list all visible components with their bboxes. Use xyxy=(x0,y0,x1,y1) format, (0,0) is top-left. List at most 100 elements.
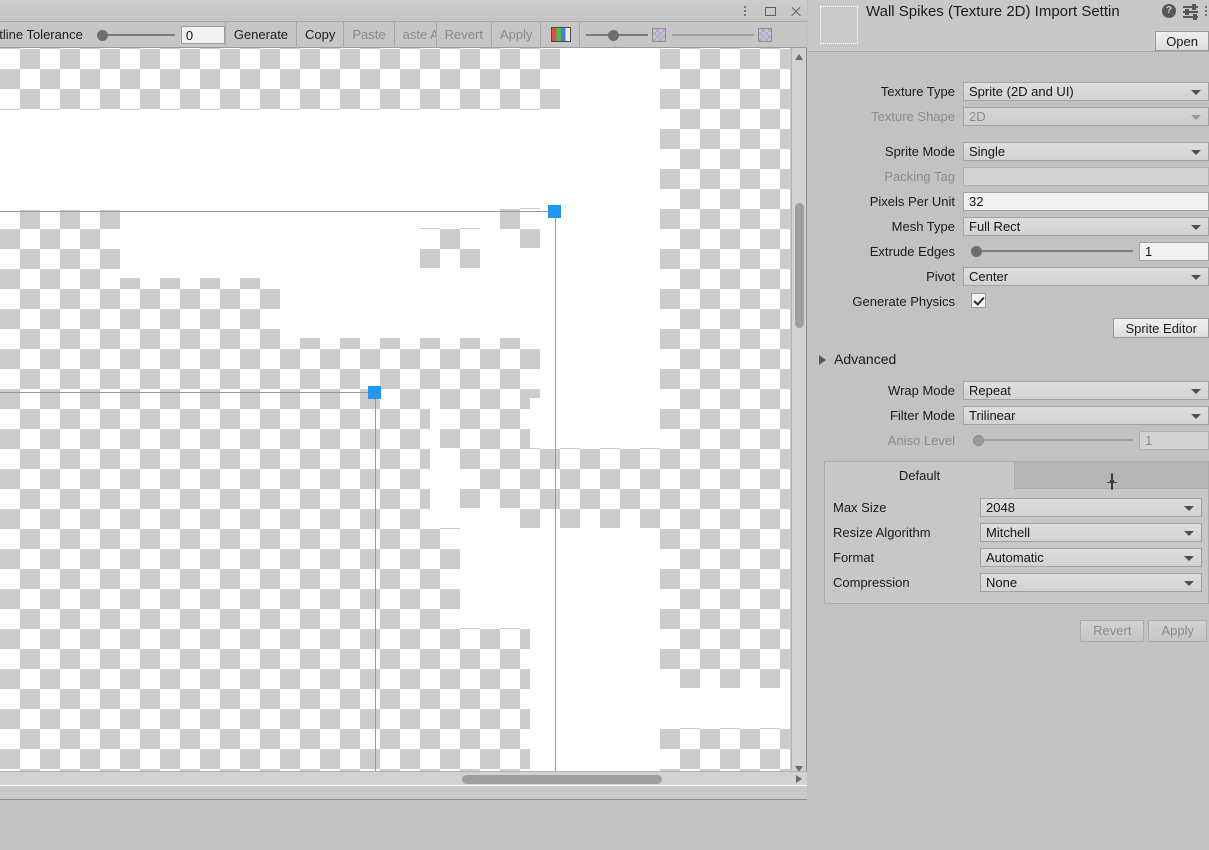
row-generate-physics: Generate Physics xyxy=(808,289,1209,314)
generate-physics-checkbox[interactable] xyxy=(971,293,986,308)
copy-button[interactable]: Copy xyxy=(297,22,344,48)
rgb-channels-icon[interactable] xyxy=(551,27,571,42)
resize-algorithm-dropdown[interactable]: Mitchell xyxy=(980,523,1202,542)
sprite-canvas[interactable] xyxy=(0,48,790,778)
zoom-checker-icon[interactable] xyxy=(758,28,772,42)
monitor-icon xyxy=(1103,468,1121,483)
sprite-edge-checker xyxy=(440,388,530,448)
alpha-slider[interactable] xyxy=(586,22,648,48)
row-texture-shape: Texture Shape 2D xyxy=(808,104,1209,129)
alpha-checker-icon[interactable] xyxy=(652,28,666,42)
tab-default[interactable]: Default xyxy=(825,462,1015,489)
row-wrap-mode: Wrap Mode Repeat xyxy=(808,378,1209,403)
texture-type-value: Sprite (2D and UI) xyxy=(969,84,1074,99)
chevron-down-icon xyxy=(1191,115,1201,120)
inspector-header-icons: ? xyxy=(1162,4,1207,18)
max-size-dropdown[interactable]: 2048 xyxy=(980,498,1202,517)
apply-button[interactable]: Apply xyxy=(1148,620,1207,642)
close-icon[interactable] xyxy=(787,3,803,19)
sprite-edge-checker xyxy=(0,270,60,320)
row-mesh-type: Mesh Type Full Rect xyxy=(808,214,1209,239)
pivot-dropdown[interactable]: Center xyxy=(963,267,1209,286)
sprite-mode-label: Sprite Mode xyxy=(808,139,955,164)
resize-algorithm-value: Mitchell xyxy=(986,525,1030,540)
revert-button[interactable]: Revert xyxy=(437,22,492,48)
aniso-level-label: Aniso Level xyxy=(808,428,955,453)
sprite-guide-line-horizontal xyxy=(0,211,556,212)
unity-editor-screen: utline Tolerance 0 Generate Copy Paste a… xyxy=(0,0,1209,850)
vertical-scrollbar[interactable] xyxy=(791,48,806,778)
apply-button[interactable]: Apply xyxy=(492,22,542,48)
packing-tag-input[interactable] xyxy=(963,167,1209,186)
chevron-right-icon xyxy=(819,355,826,365)
chevron-down-icon xyxy=(1191,414,1201,419)
row-extrude-edges: Extrude Edges 1 xyxy=(808,239,1209,264)
chevron-down-icon xyxy=(1184,556,1194,561)
filter-mode-dropdown[interactable]: Trilinear xyxy=(963,406,1209,425)
sprite-white-region xyxy=(520,528,660,778)
outline-tolerance-slider[interactable] xyxy=(97,22,175,48)
texture-shape-label: Texture Shape xyxy=(808,104,955,129)
pivot-value: Center xyxy=(969,269,1008,284)
resize-algorithm-label: Resize Algorithm xyxy=(825,520,970,545)
extrude-edges-slider[interactable]: 1 xyxy=(963,242,1209,261)
sprite-rect-handle[interactable] xyxy=(368,386,381,399)
horizontal-scrollbar[interactable] xyxy=(0,771,807,785)
sprite-white-region xyxy=(120,210,200,278)
help-icon[interactable]: ? xyxy=(1162,4,1176,18)
sprite-white-region xyxy=(0,110,660,210)
sprite-rect-handle[interactable] xyxy=(548,205,561,218)
sprite-white-region xyxy=(560,48,660,110)
row-pivot: Pivot Center xyxy=(808,264,1209,289)
sprite-mode-dropdown[interactable]: Single xyxy=(963,142,1209,161)
alpha-zoom-group xyxy=(579,22,772,48)
inspector-title: Wall Spikes (Texture 2D) Import Settin xyxy=(866,3,1161,20)
row-sprite-mode: Sprite Mode Single xyxy=(808,139,1209,164)
generate-physics-label: Generate Physics xyxy=(808,289,955,314)
texture-shape-value: 2D xyxy=(969,109,986,124)
kebab-menu-icon[interactable] xyxy=(1205,6,1207,16)
aniso-level-slider[interactable]: 1 xyxy=(963,431,1209,450)
chevron-down-icon xyxy=(1184,581,1194,586)
compression-dropdown[interactable]: None xyxy=(980,573,1202,592)
max-size-value: 2048 xyxy=(986,500,1015,515)
filter-mode-value: Trilinear xyxy=(969,408,1015,423)
chevron-down-icon xyxy=(1184,506,1194,511)
pixels-per-unit-input[interactable]: 32 xyxy=(963,192,1209,211)
texture-shape-dropdown[interactable]: 2D xyxy=(963,107,1209,126)
row-resize-algorithm: Resize Algorithm Mitchell xyxy=(825,520,1208,545)
paste-button[interactable]: Paste xyxy=(344,22,394,48)
paste-all-button[interactable]: aste A xyxy=(395,22,437,48)
preset-settings-icon[interactable] xyxy=(1183,4,1198,18)
extrude-edges-label: Extrude Edges xyxy=(808,239,955,264)
tab-standalone[interactable] xyxy=(1015,462,1208,489)
kebab-menu-icon[interactable] xyxy=(737,3,753,19)
extrude-edges-value[interactable]: 1 xyxy=(1139,242,1209,261)
wrap-mode-value: Repeat xyxy=(969,383,1011,398)
format-dropdown[interactable]: Automatic xyxy=(980,548,1202,567)
generate-button[interactable]: Generate xyxy=(225,22,297,48)
texture-type-label: Texture Type xyxy=(808,79,955,104)
sprite-edge-checker xyxy=(460,698,520,778)
horizontal-scroll-thumb[interactable] xyxy=(462,775,662,784)
revert-button[interactable]: Revert xyxy=(1080,620,1144,642)
open-button[interactable]: Open xyxy=(1155,31,1209,51)
mesh-type-dropdown[interactable]: Full Rect xyxy=(963,217,1209,236)
sprite-guide-line-vertical xyxy=(555,211,556,778)
sprite-editor-window: utline Tolerance 0 Generate Copy Paste a… xyxy=(0,0,807,800)
sprite-editor-button[interactable]: Sprite Editor xyxy=(1113,318,1209,338)
scroll-right-arrow-icon[interactable] xyxy=(796,775,802,783)
compression-label: Compression xyxy=(825,570,970,595)
filter-mode-label: Filter Mode xyxy=(808,403,955,428)
sprite-edge-checker xyxy=(520,488,660,528)
outline-tolerance-input[interactable]: 0 xyxy=(181,26,225,44)
maximize-icon[interactable] xyxy=(762,3,778,19)
zoom-slider[interactable] xyxy=(672,22,754,48)
texture-type-dropdown[interactable]: Sprite (2D and UI) xyxy=(963,82,1209,101)
scroll-up-arrow-icon[interactable] xyxy=(795,54,803,60)
wrap-mode-dropdown[interactable]: Repeat xyxy=(963,381,1209,400)
vertical-scroll-thumb[interactable] xyxy=(795,203,804,328)
compression-value: None xyxy=(986,575,1017,590)
aniso-level-value[interactable]: 1 xyxy=(1139,431,1209,450)
advanced-foldout[interactable]: Advanced xyxy=(808,346,1209,372)
